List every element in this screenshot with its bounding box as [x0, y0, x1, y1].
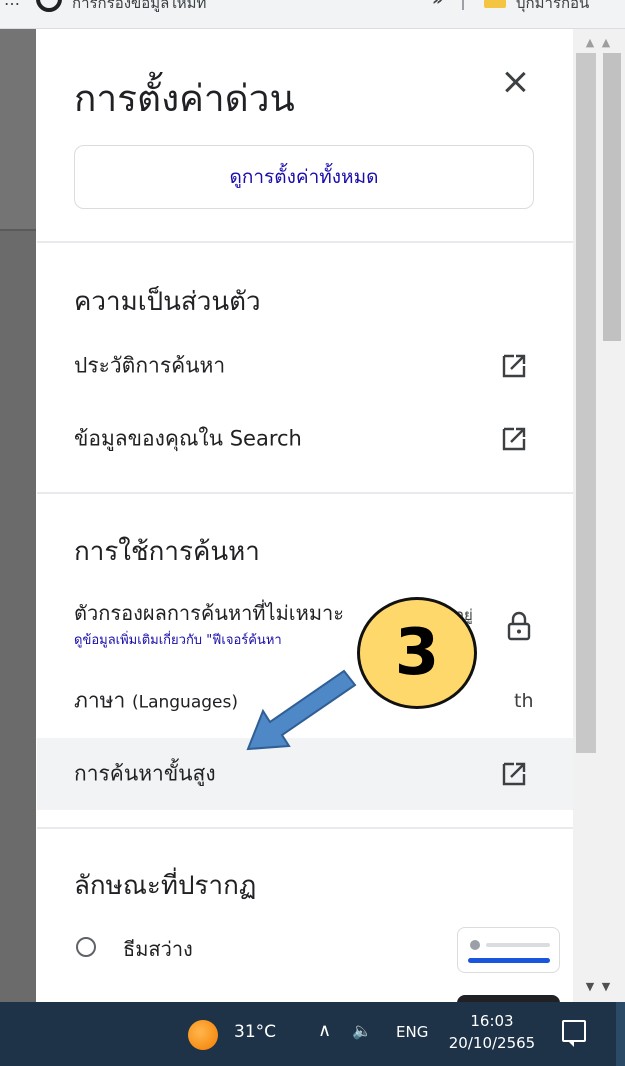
search-history-label: ประวัติการค้นหา: [74, 353, 226, 378]
input-language[interactable]: ENG: [396, 1023, 428, 1041]
section-title-search-usage: การใช้การค้นหา: [74, 537, 260, 567]
safe-search-learn-more-link[interactable]: ดูข้อมูลเพิ่มเติมเกี่ยวกับ "ฟีเจอร์ค้นหา: [74, 629, 282, 650]
step-number-badge: 3: [357, 597, 477, 709]
page-scroll-thumb[interactable]: [603, 53, 621, 341]
see-all-settings-button[interactable]: ดูการตั้งค่าทั้งหมด: [74, 145, 534, 209]
folder-icon[interactable]: [484, 0, 506, 8]
open-in-new-icon: [502, 354, 526, 378]
page-backdrop: [0, 29, 36, 1002]
panel-title: การตั้งค่าด่วน: [74, 77, 295, 120]
clock[interactable]: 16:03 20/10/2565: [442, 1010, 542, 1054]
section-divider: [37, 827, 573, 829]
panel-scroll-thumb[interactable]: [576, 53, 596, 753]
advanced-search-label: การค้นหาขั้นสูง: [74, 761, 216, 786]
other-bookmarks-label[interactable]: บุ๊กมาร์กอื่น: [516, 0, 589, 15]
scroll-up-arrows-icon[interactable]: ▲ ▲: [573, 33, 625, 53]
safe-search-label: ตัวกรองผลการค้นหาที่ไม่เหมาะ: [74, 601, 344, 625]
your-data-label: ข้อมูลของคุณใน Search: [74, 426, 302, 451]
site-icon: [36, 0, 62, 12]
preview-accent-line: [468, 958, 550, 963]
language-label-english: (Languages): [131, 692, 238, 713]
lock-icon: [507, 611, 531, 641]
close-icon[interactable]: [500, 67, 530, 97]
section-title-privacy: ความเป็นส่วนตัว: [74, 287, 261, 317]
section-title-appearance: ลักษณะที่ปรากฏ: [74, 871, 257, 901]
safe-search-filter-row[interactable]: ตัวกรองผลการค้นหาที่ไม่เหมาะ อยู่ ดูข้อม…: [37, 589, 573, 669]
open-in-new-icon: [502, 427, 526, 451]
clock-time: 16:03: [470, 1012, 514, 1030]
light-theme-radio[interactable]: [76, 937, 96, 957]
toolbar-divider: [462, 0, 464, 10]
light-theme-preview: [457, 927, 560, 973]
show-desktop-button[interactable]: [616, 1002, 625, 1066]
language-value: th: [514, 690, 534, 712]
weather-temperature[interactable]: 31°C: [234, 1022, 276, 1042]
preview-line: [486, 943, 550, 947]
scrollbar[interactable]: ▲ ▲ ▼ ▼: [573, 29, 625, 1002]
page-backdrop-header: [0, 29, 36, 229]
tab-title[interactable]: การกรองข้อมูลใหม่ที่: [72, 0, 206, 15]
bookmarks-overflow-icon[interactable]: »: [432, 0, 443, 10]
light-theme-option[interactable]: ธีมสว่าง: [37, 917, 573, 981]
dark-theme-preview: [457, 995, 560, 1002]
open-in-new-icon: [502, 762, 526, 786]
show-hidden-icons-icon[interactable]: ∧: [318, 1020, 331, 1041]
windows-taskbar: 31°C ∧ 🔈 ENG 16:03 20/10/2565: [0, 1002, 625, 1066]
weather-sun-icon[interactable]: [188, 1020, 218, 1050]
browser-toolbar: … การกรองข้อมูลใหม่ที่ » บุ๊กมาร์กอื่น: [0, 0, 625, 29]
language-label: ภาษา (Languages): [74, 685, 238, 718]
page-backdrop-divider: [0, 229, 36, 231]
search-history-link[interactable]: ประวัติการค้นหา: [37, 330, 573, 402]
notification-icon[interactable]: [562, 1020, 586, 1047]
preview-dot: [470, 940, 480, 950]
light-theme-label: ธีมสว่าง: [123, 937, 193, 961]
your-data-in-search-link[interactable]: ข้อมูลของคุณใน Search: [37, 403, 573, 475]
section-divider: [37, 241, 573, 243]
scroll-down-arrows-icon[interactable]: ▼ ▼: [573, 977, 625, 997]
quick-settings-panel: การตั้งค่าด่วน ดูการตั้งค่าทั้งหมด ความเ…: [37, 29, 573, 1002]
speaker-icon[interactable]: 🔈: [352, 1021, 372, 1040]
language-setting-row[interactable]: ภาษา (Languages) th: [37, 665, 573, 737]
language-label-thai: ภาษา: [74, 688, 126, 713]
section-divider: [37, 492, 573, 494]
advanced-search-link[interactable]: การค้นหาขั้นสูง: [37, 738, 573, 810]
menu-dots-icon[interactable]: …: [4, 0, 20, 9]
clock-date: 20/10/2565: [448, 1034, 536, 1052]
